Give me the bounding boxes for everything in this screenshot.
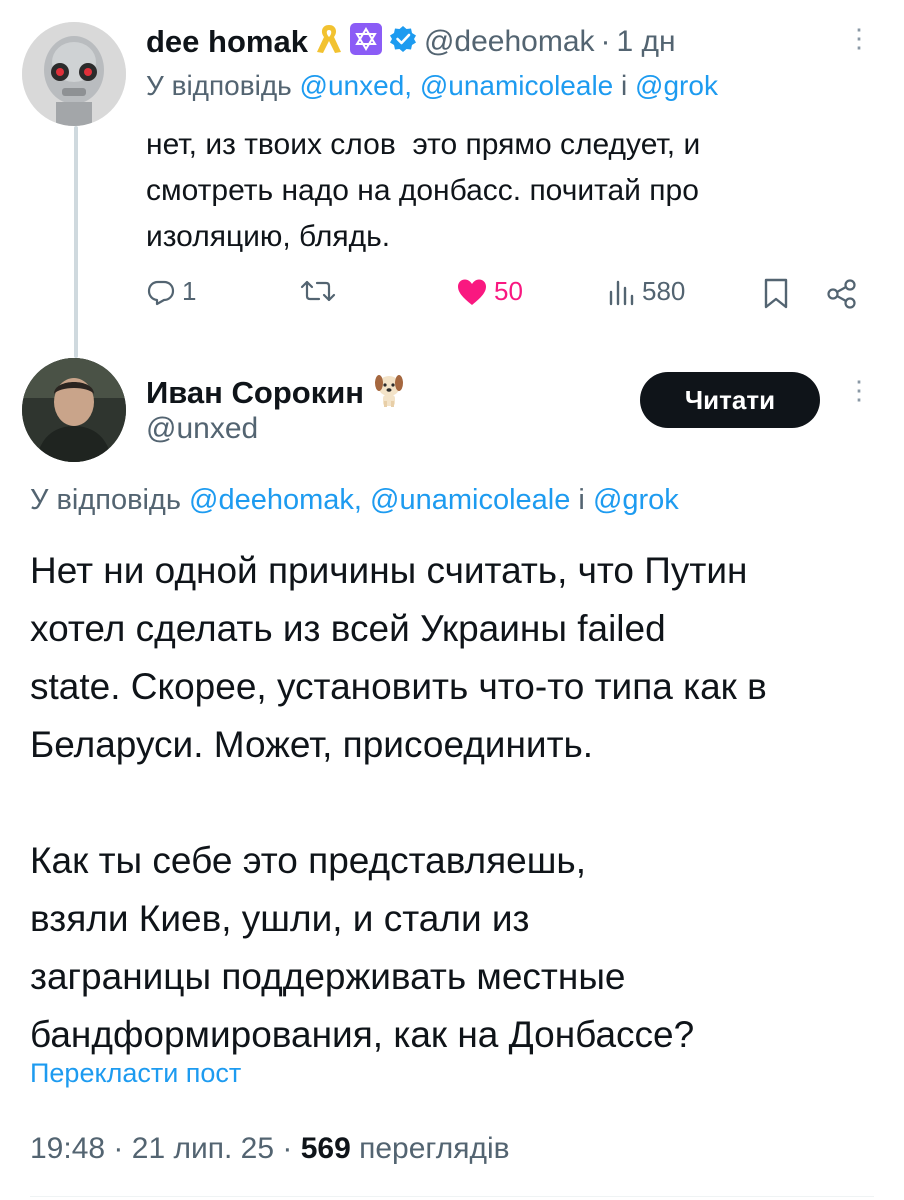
mention-link[interactable]: @grok [593,484,679,516]
tweet2-line: Как ты себе это представляешь, [30,840,586,881]
mention-link[interactable]: @unxed, [300,70,413,101]
views-icon [609,280,634,305]
bookmark-button[interactable] [762,278,790,315]
tweet2-paragraph-1: Нет ни одной причины считать, что Путин … [30,542,880,774]
tweet1-line: смотреть надо на донбасс. почитай про [146,174,699,207]
views-count: 580 [642,276,686,306]
tweet1-line: нет, из твоих слов это прямо следует, и [146,128,701,161]
mention-link[interactable]: @deehomak, [189,484,362,516]
ribbon-icon [314,22,344,61]
tweet2-line: хотел сделать из всей Украины failed [30,608,666,649]
robot-avatar-image [22,22,126,126]
reply-prefix: У відповідь [30,484,181,516]
tweet1-display-name[interactable]: dee homak [146,24,308,60]
share-icon [827,279,856,309]
reply-prefix: У відповідь [146,70,292,101]
bookmark-icon [764,278,788,309]
retweet-icon [300,280,336,302]
tweet1-reply-context: У відповідь @unxed, @unamicoleale і @gro… [146,70,718,102]
reply-button[interactable]: 1 [146,276,196,307]
meta-separator: · [282,1132,293,1165]
share-button[interactable] [826,278,858,315]
tweet2-line: state. Скорее, установить что-то типа ка… [30,666,767,707]
avatar-unxed[interactable] [22,358,126,462]
tweet2-meta: 19:48 · 21 лип. 25 · 569 переглядів [30,1132,510,1166]
tweet1-handle[interactable]: @deehomak [424,25,595,59]
tweet1-body: нет, из твоих слов это прямо следует, и … [146,122,846,260]
mention-joiner: і [621,70,628,101]
tweet2-reply-context: У відповідь @deehomak, @unamicoleale і @… [30,484,679,517]
divider [30,1196,874,1197]
views-label: переглядів [359,1132,510,1165]
retweet-button[interactable] [300,276,336,306]
mention-link[interactable]: @unamicoleale [370,484,570,516]
star-of-david-icon [349,23,382,60]
post-time[interactable]: 19:48 [30,1132,105,1165]
post-date[interactable]: 21 лип. 25 [132,1132,274,1165]
tweet1-header: dee homak @deehomak · 1 дн [146,22,676,61]
tweet2-line: взяли Киев, ушли, и стали из [30,898,530,939]
like-button[interactable]: 50 [456,276,523,307]
views-count: 569 [300,1132,351,1165]
tweet2-display-name[interactable]: Иван Сорокин [146,375,364,411]
tweet2-line: бандформирования, как на Донбассе? [30,1014,695,1055]
views-button[interactable]: 580 [608,276,685,307]
tweet2-line: Нет ни одной причины считать, что Путин [30,550,748,591]
tweet2-header: Иван Сорокин [146,372,406,413]
like-count: 50 [494,276,523,306]
heart-icon [458,279,486,305]
tweet1-time[interactable]: 1 дн [617,25,676,59]
person-avatar-image [22,358,126,462]
tweet2-handle[interactable]: @unxed [146,412,258,446]
mention-link[interactable]: @grok [635,70,718,101]
translate-post-link[interactable]: Перекласти пост [30,1058,241,1089]
thread-connector-line [74,126,78,358]
meta-separator: · [113,1132,124,1165]
tweet2-more-icon[interactable]: ⋮ [846,377,872,403]
avatar-deehomak[interactable] [22,22,126,126]
tweet2-paragraph-2: Как ты себе это представляешь, взяли Кие… [30,832,880,1064]
tweet1-separator: · [600,24,611,58]
tweet2-line: заграницы поддерживать местные [30,956,626,997]
tweet2-body: Нет ни одной причины считать, что Путин … [30,542,880,1064]
tweet2-line: Беларуси. Может, присоединить. [30,724,594,765]
reply-icon [147,280,175,305]
tweet1-more-icon[interactable]: ⋮ [846,25,872,51]
tweet1-line: изоляцию, блядь. [146,220,391,253]
mention-joiner: і [578,484,585,516]
follow-button[interactable]: Читати [640,372,820,428]
dog-emoji-icon [372,372,406,413]
mention-link[interactable]: @unamicoleale [420,70,613,101]
reply-count: 1 [182,276,197,306]
verified-badge-icon [388,24,418,59]
